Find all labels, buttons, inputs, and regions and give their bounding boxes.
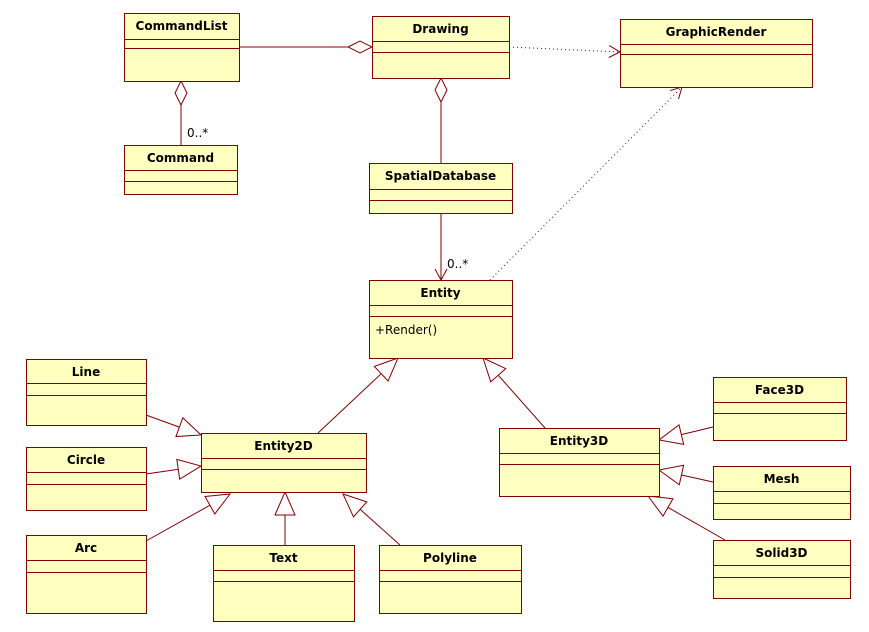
class-entity2d[interactable]: Entity2D xyxy=(201,433,367,493)
class-name: Entity3D xyxy=(550,434,608,448)
class-command[interactable]: Command xyxy=(124,145,238,195)
class-drawing[interactable]: Drawing xyxy=(372,16,510,79)
class-name: Mesh xyxy=(764,472,800,486)
generalization-mesh-to-entity3d xyxy=(657,464,714,486)
class-name: Arc xyxy=(75,541,97,555)
class-name: GraphicRender xyxy=(666,25,767,39)
generalization-face3d-to-entity3d xyxy=(657,424,714,445)
multiplicity-label: 0..* xyxy=(447,257,468,271)
dependency-entity-to-graphicrender xyxy=(489,86,683,281)
class-text[interactable]: Text xyxy=(213,545,355,622)
class-solid3d[interactable]: Solid3D xyxy=(713,540,851,599)
class-entity[interactable]: Entity +Render() xyxy=(369,280,513,359)
class-name: SpatialDatabase xyxy=(385,169,496,183)
class-name: Drawing xyxy=(412,22,468,36)
generalization-line-to-entity2d xyxy=(145,414,203,438)
class-name: Face3D xyxy=(755,383,804,397)
class-circle[interactable]: Circle xyxy=(26,447,147,511)
class-name: Entity xyxy=(420,286,460,300)
class-name: Text xyxy=(269,551,297,565)
class-line[interactable]: Line xyxy=(26,359,147,426)
class-entity3d[interactable]: Entity3D xyxy=(499,428,660,497)
class-name: Polyline xyxy=(423,551,477,565)
dependency-drawing-to-graphicrender xyxy=(508,45,622,58)
multiplicity-label: 0..* xyxy=(187,126,208,140)
generalization-entity3d-to-entity xyxy=(482,357,546,429)
class-name: Command xyxy=(147,151,214,165)
uml-class-diagram: 0..* 0..* CommandList Drawing GraphicRender… xyxy=(26,13,851,622)
class-spatialdatabase[interactable]: SpatialDatabase xyxy=(369,163,513,214)
class-method: +Render() xyxy=(375,323,437,337)
class-name: Solid3D xyxy=(755,546,807,560)
class-arc[interactable]: Arc xyxy=(26,535,147,614)
class-face3d[interactable]: Face3D xyxy=(713,377,847,441)
class-name: Circle xyxy=(67,453,105,467)
class-graphicrender[interactable]: GraphicRender xyxy=(620,19,813,88)
generalization-polyline-to-entity2d xyxy=(342,493,401,546)
class-mesh[interactable]: Mesh xyxy=(713,466,851,520)
class-polyline[interactable]: Polyline xyxy=(379,545,522,614)
generalization-circle-to-entity2d xyxy=(145,458,203,481)
class-name: Line xyxy=(72,365,100,379)
generalization-arc-to-entity2d xyxy=(145,493,232,542)
generalization-entity2d-to-entity xyxy=(317,357,399,434)
class-name: CommandList xyxy=(136,19,228,33)
class-commandlist[interactable]: CommandList xyxy=(124,13,240,82)
class-name: Entity2D xyxy=(254,439,312,453)
